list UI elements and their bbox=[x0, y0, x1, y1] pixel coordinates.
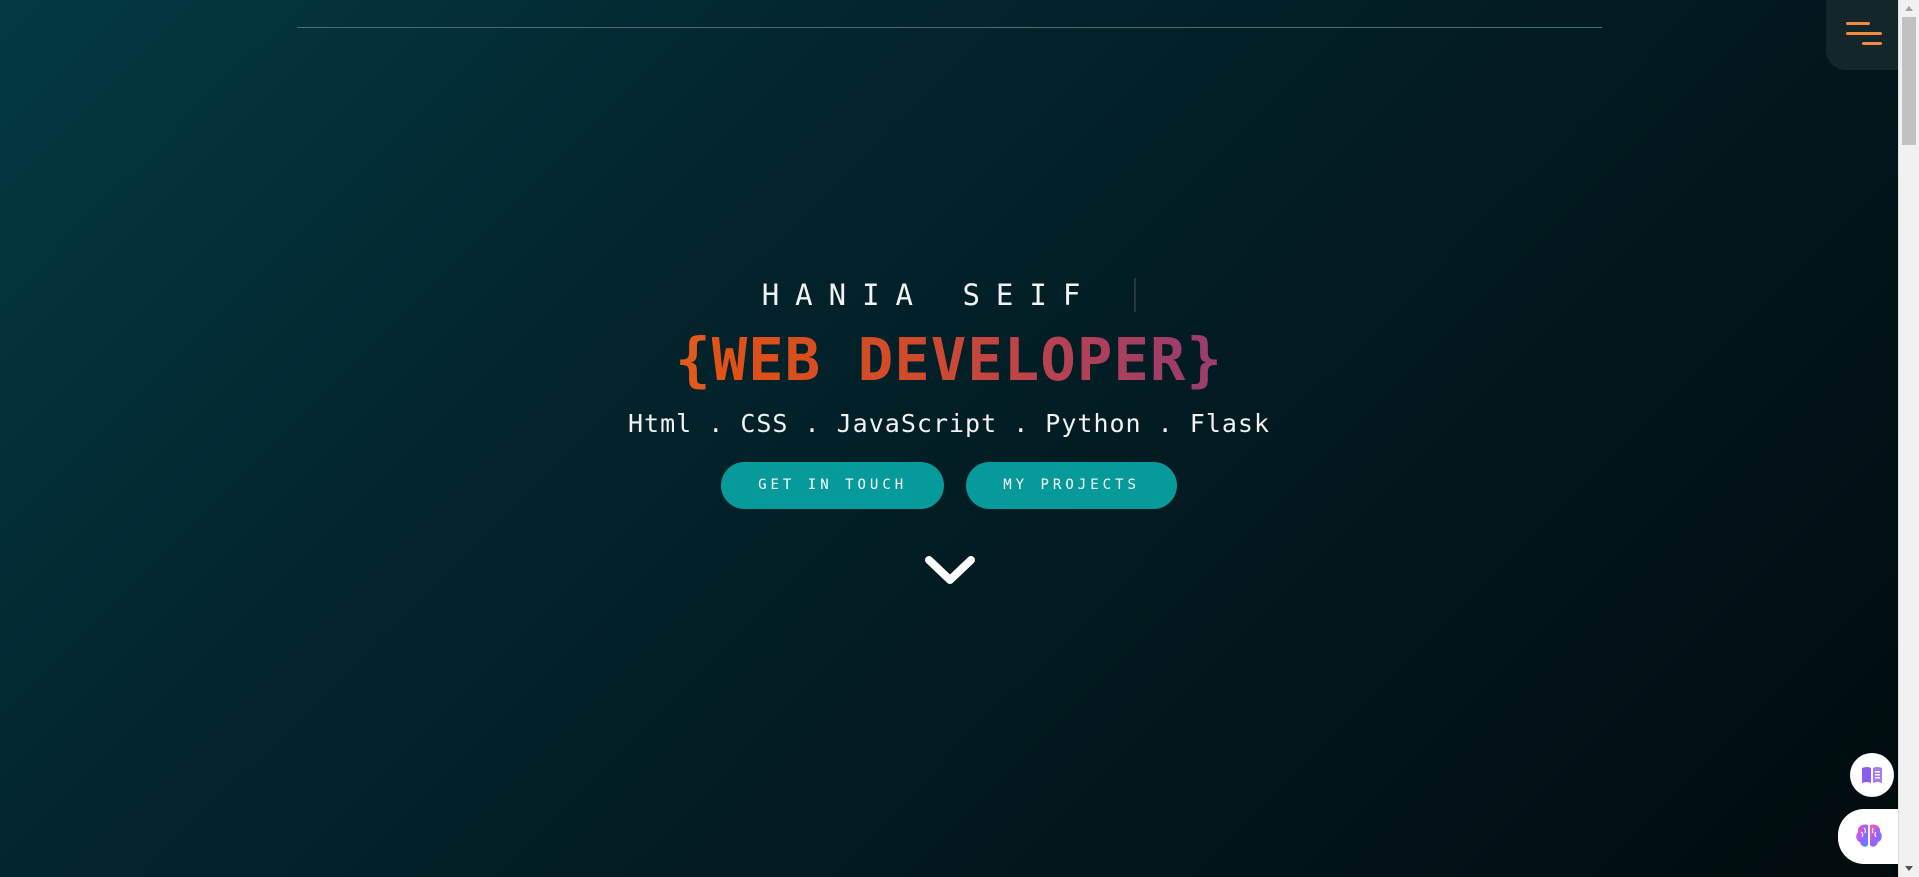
hero-buttons: GET IN TOUCH MY PROJECTS bbox=[0, 462, 1898, 509]
hero-section: HANIA SEIF {WEB DEVELOPER} Html . CSS . … bbox=[0, 270, 1898, 509]
scroll-down-button[interactable] bbox=[923, 552, 977, 588]
get-in-touch-button[interactable]: GET IN TOUCH bbox=[721, 462, 945, 509]
typing-caret bbox=[1134, 278, 1137, 312]
hero-role: {WEB DEVELOPER} bbox=[0, 324, 1898, 396]
ai-assistant-button[interactable] bbox=[1838, 809, 1900, 864]
hamburger-menu-icon bbox=[1846, 22, 1882, 45]
hero-name-wrapper: HANIA SEIF bbox=[762, 270, 1137, 320]
my-projects-button[interactable]: MY PROJECTS bbox=[966, 462, 1177, 509]
book-icon bbox=[1862, 767, 1882, 783]
role-close-brace: } bbox=[1186, 325, 1223, 394]
role-open-brace: { bbox=[675, 325, 712, 394]
scroll-down-arrow-icon[interactable] bbox=[1905, 866, 1913, 871]
header-divider bbox=[297, 27, 1602, 28]
menu-toggle-button[interactable] bbox=[1826, 0, 1899, 70]
hero-name: HANIA SEIF bbox=[761, 278, 1097, 312]
vertical-scrollbar[interactable] bbox=[1898, 0, 1919, 877]
scroll-up-arrow-icon[interactable] bbox=[1905, 6, 1913, 11]
role-text: WEB DEVELOPER bbox=[711, 325, 1187, 394]
brain-icon bbox=[1856, 824, 1882, 847]
scrollbar-thumb[interactable] bbox=[1902, 17, 1916, 145]
hero-skills: Html . CSS . JavaScript . Python . Flask bbox=[627, 409, 1271, 438]
chevron-down-icon bbox=[925, 556, 975, 584]
reader-mode-button[interactable] bbox=[1850, 753, 1894, 797]
